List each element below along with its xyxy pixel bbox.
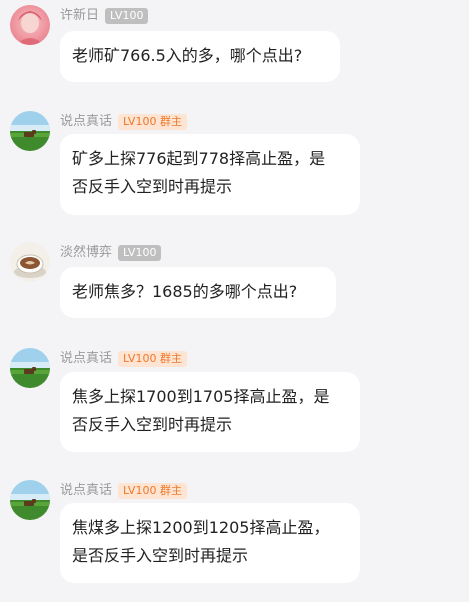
- message-bubble[interactable]: 矿多上探776起到778择高止盈，是 否反手入空到时再提示: [60, 134, 360, 215]
- sender-name[interactable]: 说点真话: [60, 349, 112, 369]
- level-text: LV100: [123, 352, 157, 365]
- message-text: 矿多上探776起到778择高止盈，是 否反手入空到时再提示: [72, 149, 326, 196]
- avatar[interactable]: [10, 242, 50, 282]
- avatar[interactable]: [10, 111, 50, 151]
- landscape-cow-avatar-icon: [10, 111, 50, 151]
- level-badge: LV100: [118, 245, 162, 261]
- message-bubble[interactable]: 老师矿766.5入的多，哪个点出?: [60, 31, 340, 82]
- level-badge: LV100 群主: [118, 114, 187, 130]
- avatar[interactable]: [10, 5, 50, 45]
- sender-meta: 说点真话 LV100 群主: [60, 481, 187, 501]
- chat-message: 许新日 LV100 老师矿766.5入的多，哪个点出?: [0, 5, 469, 85]
- pink-portrait-avatar-icon: [10, 5, 50, 45]
- message-text: 焦多上探1700到1705择高止盈，是 否反手入空到时再提示: [72, 387, 330, 434]
- message-bubble[interactable]: 焦煤多上探1200到1205择高止盈， 是否反手入空到时再提示: [60, 503, 360, 583]
- coffee-cup-avatar-icon: [10, 242, 50, 282]
- landscape-cow-avatar-icon: [10, 480, 50, 520]
- message-bubble[interactable]: 焦多上探1700到1705择高止盈，是 否反手入空到时再提示: [60, 372, 360, 452]
- sender-meta: 许新日 LV100: [60, 6, 149, 26]
- sender-meta: 说点真话 LV100 群主: [60, 112, 187, 132]
- sender-name[interactable]: 淡然博弈: [60, 243, 112, 263]
- sender-name[interactable]: 说点真话: [60, 112, 112, 132]
- sender-meta: 淡然博弈 LV100: [60, 243, 162, 263]
- chat-message: 说点真话 LV100 群主 矿多上探776起到778择高止盈，是 否反手入空到时…: [0, 111, 469, 221]
- message-text: 焦煤多上探1200到1205择高止盈， 是否反手入空到时再提示: [72, 518, 330, 565]
- level-badge: LV100 群主: [118, 483, 187, 499]
- chat-message: 说点真话 LV100 群主 焦煤多上探1200到1205择高止盈， 是否反手入空…: [0, 480, 469, 590]
- message-bubble[interactable]: 老师焦多？1685的多哪个点出?: [60, 267, 336, 318]
- level-badge: LV100: [105, 8, 149, 24]
- level-text: LV100: [123, 484, 157, 497]
- chat-message: 淡然博弈 LV100 老师焦多？1685的多哪个点出?: [0, 242, 469, 322]
- sender-meta: 说点真话 LV100 群主: [60, 349, 187, 369]
- avatar[interactable]: [10, 480, 50, 520]
- role-text: 群主: [159, 352, 182, 365]
- message-text: 老师焦多？1685的多哪个点出?: [72, 282, 298, 301]
- sender-name[interactable]: 说点真话: [60, 481, 112, 501]
- message-text: 老师矿766.5入的多，哪个点出?: [72, 46, 303, 65]
- sender-name[interactable]: 许新日: [60, 6, 99, 26]
- level-text: LV100: [123, 115, 157, 128]
- role-text: 群主: [159, 484, 182, 497]
- chat-message: 说点真话 LV100 群主 焦多上探1700到1705择高止盈，是 否反手入空到…: [0, 348, 469, 458]
- role-text: 群主: [159, 115, 182, 128]
- landscape-cow-avatar-icon: [10, 348, 50, 388]
- level-badge: LV100 群主: [118, 351, 187, 367]
- avatar[interactable]: [10, 348, 50, 388]
